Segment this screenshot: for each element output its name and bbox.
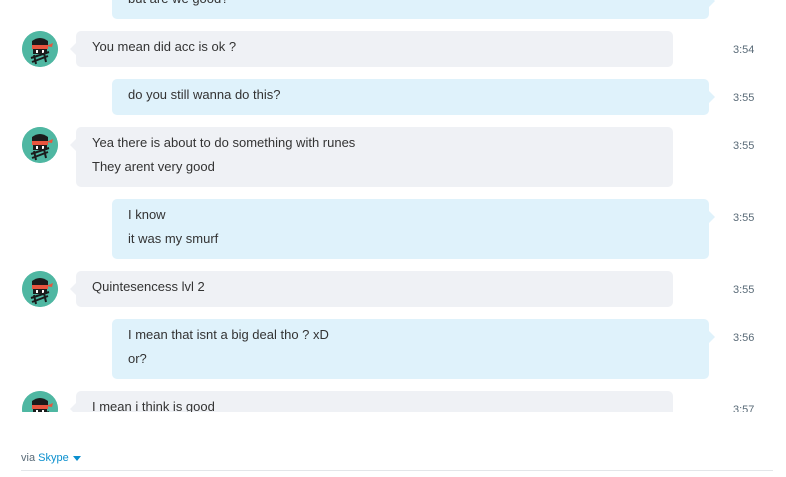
message-text: I mean i think is good — [92, 399, 215, 412]
message-timestamp: 3:55 — [733, 92, 755, 104]
ninja-avatar-icon[interactable] — [22, 271, 58, 307]
message-source-footer: via Skype — [21, 451, 81, 465]
message-timestamp: 3:57 — [733, 404, 755, 412]
message-timestamp: 3:55 — [733, 284, 755, 296]
message-timestamp: 3:55 — [733, 140, 755, 152]
ninja-avatar-icon[interactable] — [22, 391, 58, 412]
message-bubble: I know it was my smurf — [112, 199, 715, 259]
message-text: Quintesencess lvl 2 — [92, 279, 205, 294]
message-bubble: Quintesencess lvl 2 — [70, 271, 673, 307]
message-bubble: but are we good? — [112, 0, 715, 19]
message-bubble: I mean that isnt a big deal tho ? xD or? — [112, 319, 715, 379]
message-timestamp: 3:56 — [733, 332, 755, 344]
service-selector[interactable]: Skype — [38, 452, 81, 464]
message-text: but are we good? — [128, 0, 693, 11]
ninja-avatar-icon[interactable] — [22, 31, 58, 67]
message-text: or? — [128, 351, 147, 366]
message-text: You mean did acc is ok ? — [92, 39, 237, 54]
message-text: Yea there is about to do something with … — [92, 135, 356, 150]
service-label[interactable]: Skype — [38, 452, 69, 464]
message-text: I know — [128, 207, 166, 222]
via-label: via — [21, 452, 36, 464]
message-bubble: Yea there is about to do something with … — [70, 127, 673, 187]
message-text: do you still wanna do this? — [128, 87, 281, 102]
caret-down-icon[interactable] — [72, 455, 81, 461]
message-text: They arent very good — [92, 159, 215, 174]
message-bubble: I mean i think is good — [70, 391, 673, 412]
footer-divider — [21, 470, 773, 471]
message-bubble: You mean did acc is ok ? — [70, 31, 673, 67]
conversation-history[interactable]: but are we good? You mean did acc is ok … — [0, 0, 786, 412]
message-timestamp: 3:54 — [733, 44, 755, 56]
message-timestamp: 3:55 — [733, 212, 755, 224]
message-bubble: do you still wanna do this? — [112, 79, 715, 115]
message-text: it was my smurf — [128, 231, 219, 246]
ninja-avatar-icon[interactable] — [22, 127, 58, 163]
message-text: I mean that isnt a big deal tho ? xD — [128, 327, 329, 342]
